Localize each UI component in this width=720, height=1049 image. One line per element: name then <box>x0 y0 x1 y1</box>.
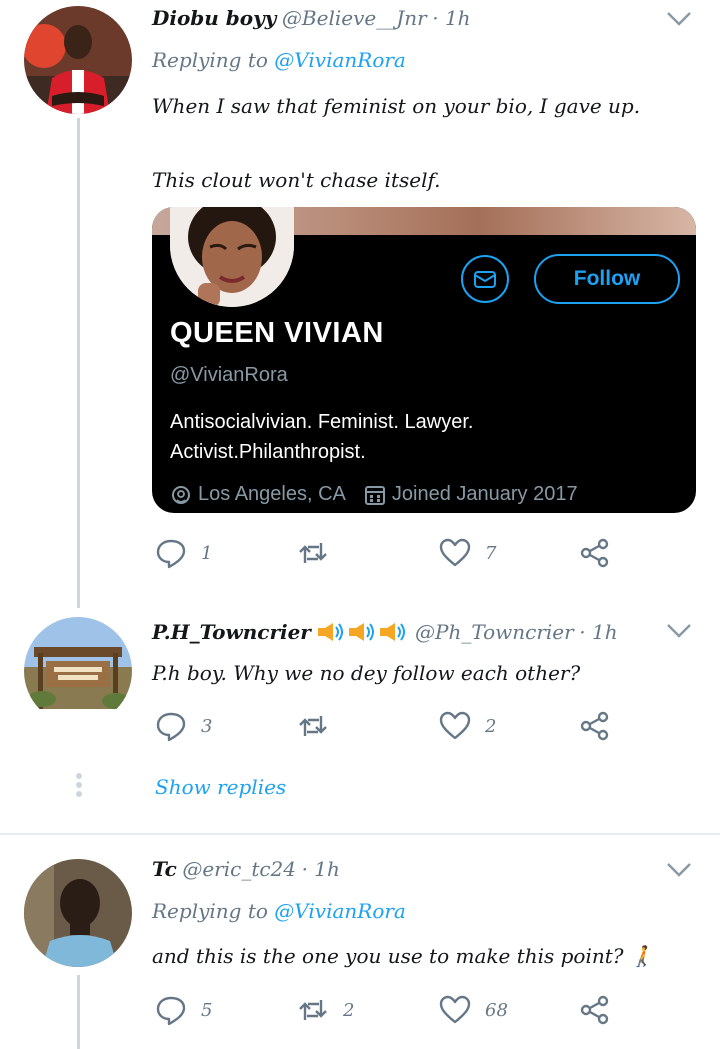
profile-name: QUEEN VIVIAN <box>170 317 384 349</box>
thread-continuation-dots <box>75 773 83 803</box>
author-name[interactable]: P.H_Towncrier <box>152 620 311 644</box>
like-button[interactable]: 7 <box>439 535 496 571</box>
tweet-header: Tc @eric_tc24 · 1h <box>152 857 340 882</box>
speaker-icon <box>318 623 344 641</box>
reply-icon <box>156 712 186 742</box>
author-name[interactable]: Tc <box>152 857 177 881</box>
share-icon <box>580 538 609 568</box>
reply-count: 3 <box>201 715 213 737</box>
tweet-text-line1: When I saw that feminist on your bio, I … <box>152 94 641 118</box>
avatar[interactable] <box>24 617 132 725</box>
like-icon <box>439 995 471 1024</box>
timestamp: · 1h <box>432 6 471 30</box>
profile-card[interactable]: Follow QUEEN VIVIAN @VivianRora Antisoci… <box>152 207 696 513</box>
replying-to: Replying to @VivianRora <box>152 899 406 923</box>
retweet-icon <box>299 1000 327 1020</box>
reply-button[interactable]: 1 <box>155 535 212 571</box>
chevron-down-icon[interactable] <box>666 622 692 640</box>
profile-avatar[interactable] <box>170 207 294 307</box>
like-count: 2 <box>485 715 497 737</box>
avatar[interactable] <box>24 859 132 967</box>
retweet-button[interactable] <box>297 708 343 744</box>
share-icon <box>580 995 609 1025</box>
like-count: 7 <box>485 542 497 564</box>
tweet-text-line2: This clout won't chase itself. <box>152 168 441 192</box>
profile-location: Los Angeles, CA <box>198 483 346 505</box>
replying-prefix: Replying to <box>152 899 268 923</box>
timestamp: · 1h <box>579 620 618 644</box>
replying-link[interactable]: @VivianRora <box>274 899 406 923</box>
retweet-button[interactable]: 2 <box>297 992 354 1028</box>
reply-count: 5 <box>201 999 213 1021</box>
mail-icon <box>474 271 496 288</box>
timestamp: · 1h <box>301 857 340 881</box>
message-button[interactable] <box>461 255 509 303</box>
profile-bio: Antisocialvivian. Feminist. Lawyer. Acti… <box>170 407 473 467</box>
profile-bio-line2: Activist.Philanthropist. <box>170 441 366 463</box>
tweet-diobu: Diobu boyy @Believe__Jnr · 1h Replying t… <box>0 0 720 600</box>
tweet-actions: 3 2 <box>155 708 615 744</box>
share-button[interactable] <box>579 992 611 1028</box>
like-icon <box>439 538 471 567</box>
tweet-actions: 5 2 68 <box>155 992 615 1028</box>
share-icon <box>580 711 609 741</box>
like-button[interactable]: 2 <box>439 708 496 744</box>
replying-to: Replying to @VivianRora <box>152 48 406 72</box>
reply-count: 1 <box>201 542 213 564</box>
profile-joined: Joined January 2017 <box>391 483 578 505</box>
speaker-icon <box>349 623 375 641</box>
speaker-icon <box>380 623 406 641</box>
tweet-header: P.H_Towncrier @Ph_Towncrier · 1h <box>152 620 618 645</box>
retweet-icon <box>299 543 327 563</box>
profile-bio-line1: Antisocialvivian. Feminist. Lawyer. <box>170 411 474 433</box>
author-handle[interactable]: @Believe__Jnr <box>282 6 427 30</box>
tweet-towncrier: P.H_Towncrier @Ph_Towncrier · 1h P.h boy… <box>0 600 720 833</box>
author-handle[interactable]: @Ph_Towncrier <box>415 620 574 644</box>
chevron-down-icon[interactable] <box>666 861 692 879</box>
reply-icon <box>156 996 186 1026</box>
profile-handle: @VivianRora <box>170 364 288 386</box>
location-icon <box>172 485 190 504</box>
share-button[interactable] <box>579 708 611 744</box>
share-button[interactable] <box>579 535 611 571</box>
chevron-down-icon[interactable] <box>666 10 692 28</box>
calendar-icon <box>364 485 385 505</box>
tweet-actions: 1 7 <box>155 535 615 571</box>
reply-button[interactable]: 5 <box>155 992 212 1028</box>
thread-line <box>77 118 80 600</box>
retweet-icon <box>299 716 327 736</box>
tweet-text-line1: and this is the one you use to make this… <box>152 944 655 968</box>
retweet-count: 2 <box>343 999 355 1021</box>
tweet-header: Diobu boyy @Believe__Jnr · 1h <box>152 6 471 31</box>
like-button[interactable]: 68 <box>439 992 508 1028</box>
avatar[interactable] <box>24 6 132 114</box>
author-handle[interactable]: @eric_tc24 <box>182 857 296 881</box>
like-icon <box>439 711 471 740</box>
like-count: 68 <box>485 999 508 1021</box>
reply-icon <box>156 539 186 569</box>
author-name[interactable]: Diobu boyy <box>152 6 276 30</box>
replying-link[interactable]: @VivianRora <box>274 48 406 72</box>
replying-prefix: Replying to <box>152 48 268 72</box>
thread-line <box>77 600 80 608</box>
profile-meta: Los Angeles, CA Joined January 2017 <box>170 483 578 506</box>
follow-button[interactable]: Follow <box>534 254 680 304</box>
thread-line <box>77 975 80 1049</box>
show-replies-link[interactable]: Show replies <box>155 775 286 799</box>
reply-button[interactable]: 3 <box>155 708 212 744</box>
retweet-button[interactable] <box>297 535 343 571</box>
tweet-tc: Tc @eric_tc24 · 1h Replying to @VivianRo… <box>0 835 720 1049</box>
tweet-text-line1: P.h boy. Why we no dey follow each other… <box>152 661 581 685</box>
